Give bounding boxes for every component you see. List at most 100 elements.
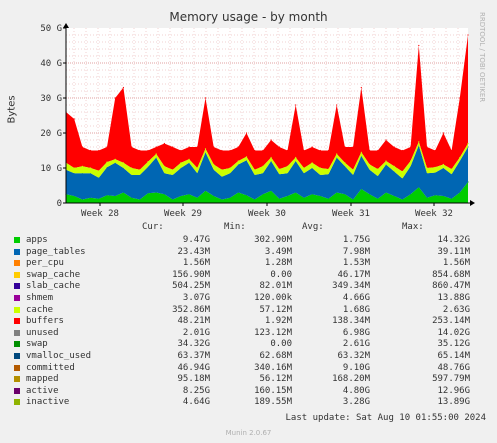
point-committed [237, 146, 239, 148]
y-tick-label: 30 G [40, 94, 62, 104]
point-cache [426, 167, 428, 169]
point-committed [131, 146, 133, 148]
legend-row: slab_cache 504.25M 82.01M 349.34M 860.47M [12, 280, 492, 292]
point-cache [114, 158, 116, 160]
legend-max: 65.14M [437, 351, 470, 361]
legend-avg: 1.53M [342, 258, 370, 269]
point-committed [344, 146, 346, 148]
point-committed [352, 146, 354, 148]
point-cache [385, 160, 387, 162]
legend-row: committed 46.94G 340.16M 9.10G 48.76G [12, 362, 492, 374]
x-tick-label: Week 30 [248, 209, 286, 219]
legend-swatch [14, 295, 20, 301]
point-cache [401, 170, 403, 173]
point-cache [139, 169, 141, 171]
header-min: Min: [224, 222, 246, 232]
legend-avg: 1.75G [342, 235, 370, 245]
legend-name: inactive [26, 397, 70, 408]
point-cache [204, 148, 207, 150]
point-cache [434, 166, 436, 168]
legend-swatch [14, 364, 20, 371]
legend-avg: 9.10G [342, 362, 370, 373]
legend-min: 62.68M [259, 351, 292, 361]
legend-max: 12.96G [437, 385, 470, 396]
legend-min: 56.12M [259, 374, 292, 385]
legend-name: page_tables [26, 246, 86, 257]
legend-avg: 63.32M [337, 351, 370, 361]
legend-min: 82.01M [259, 281, 292, 292]
munin-version: Munin 2.0.67 [225, 429, 272, 437]
point-cache [221, 169, 223, 171]
legend-swatch [14, 271, 20, 278]
header-max: Max: [402, 222, 424, 232]
point-committed [434, 149, 436, 152]
legend-avg: 2.61G [342, 339, 370, 350]
legend-cur: 95.18M [177, 374, 210, 385]
legend-row: active 8.25G 160.15M 4.80G 12.96G [12, 385, 492, 397]
legend-name: active [26, 385, 59, 396]
point-cache [188, 158, 190, 160]
legend-swatch [14, 260, 20, 267]
point-committed [262, 149, 264, 152]
point-cache [442, 163, 444, 166]
point-committed [426, 146, 428, 148]
legend-swatch [14, 237, 20, 243]
point-committed [401, 149, 403, 152]
point-cache [163, 165, 165, 167]
legend-max: 14.02G [437, 327, 470, 338]
legend-min: 189.55M [254, 397, 292, 408]
legend-cur: 63.37M [177, 351, 210, 361]
y-axis-arrow [63, 23, 69, 28]
point-cache [245, 156, 248, 158]
legend-row: per_cpu 1.56M 1.28M 1.53M 1.56M [12, 257, 492, 269]
legend-swatch [14, 376, 20, 383]
legend-row: page_tables 23.43M 3.49M 7.98M 39.11M [12, 246, 492, 258]
point-cache [155, 153, 157, 155]
point-cache [196, 167, 198, 169]
legend-min: 160.15M [254, 385, 292, 396]
point-cache [459, 156, 461, 159]
point-committed [442, 132, 444, 134]
legend-swatch [14, 387, 20, 394]
legend-name: unused [26, 327, 59, 338]
legend-avg: 138.34M [332, 316, 370, 327]
y-axis-ticks: 0 10 G 20 G 30 G 40 G 50 G [40, 24, 66, 209]
point-cache [98, 170, 100, 172]
point-committed [410, 146, 412, 148]
point-cache [303, 167, 305, 169]
x-tick-label: Week 31 [332, 209, 370, 219]
legend-max: 860.47M [432, 281, 470, 292]
point-committed [163, 142, 165, 145]
legend-cur: 1.56M [182, 258, 210, 269]
y-tick-label: 40 G [40, 59, 62, 69]
legend-row: vmalloc_used 63.37M 62.68M 63.32M 65.14M [12, 350, 492, 362]
point-committed [106, 146, 108, 148]
legend-avg: 349.34M [332, 281, 370, 292]
point-cache [73, 167, 75, 169]
legend-row: shmem 3.07G 120.00k 4.66G 13.88G [12, 292, 492, 304]
legend-cur: 156.90M [172, 269, 210, 280]
point-committed [393, 146, 395, 148]
legend-min: 57.12M [259, 304, 292, 315]
legend-min: 120.00k [254, 293, 292, 303]
legend-cur: 8.25G [182, 385, 210, 396]
legend-max: 13.89G [437, 397, 470, 408]
x-tick-label: Week 28 [81, 209, 119, 219]
legend-avg: 4.66G [342, 293, 370, 303]
point-committed [213, 146, 215, 148]
point-committed [172, 146, 174, 148]
legend-name: mapped [26, 374, 59, 385]
point-cache [286, 165, 289, 167]
legend-cur: 352.86M [172, 304, 210, 315]
point-committed [467, 34, 469, 36]
plot-area: 010 G20 G30 G40 G50 G Week 28 Week 29 Week… [40, 23, 475, 219]
point-committed [270, 139, 272, 141]
legend-name: swap [26, 339, 48, 350]
legend-row: swap_cache 156.90M 0.00 46.17M 854.68M [12, 269, 492, 281]
legend-header: Cur: Min: Avg: Max: [12, 222, 492, 234]
point-cache [229, 167, 231, 169]
point-committed [98, 149, 100, 152]
point-committed [180, 149, 182, 152]
legend-cur: 2.01G [182, 327, 210, 338]
point-cache [213, 163, 215, 166]
